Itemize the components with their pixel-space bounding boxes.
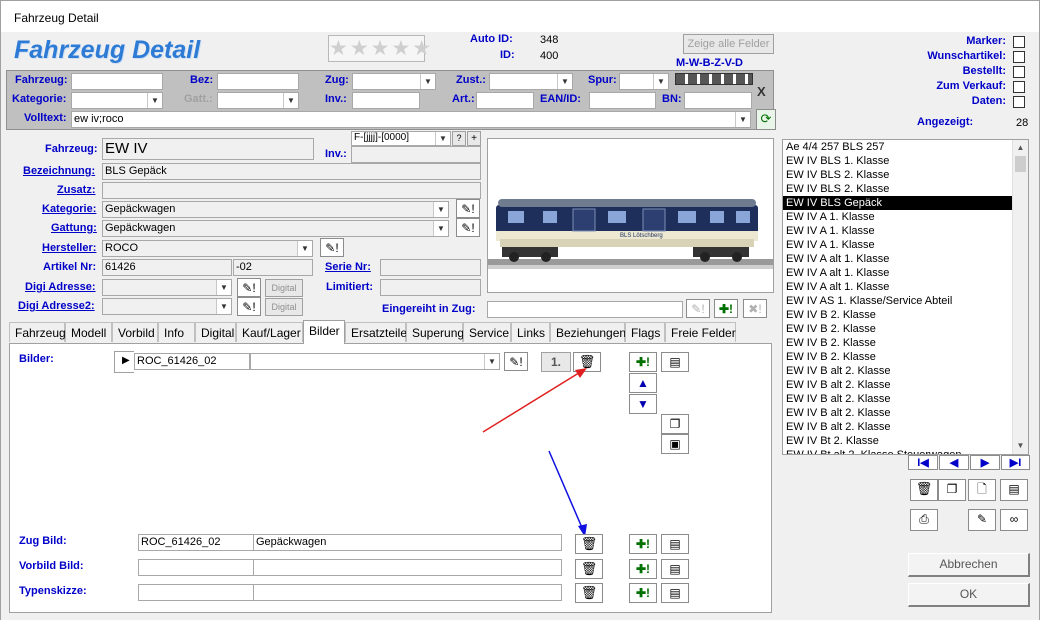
first-record-icon: I◀ — [917, 457, 929, 469]
vorbild-bild-desc-input[interactable] — [253, 559, 562, 576]
list-scrollbar[interactable]: ▲ ▼ — [1012, 140, 1028, 454]
last-record-icon: ▶I — [1009, 457, 1022, 469]
tab-bilder[interactable]: Bilder — [303, 320, 345, 344]
zug-bild-label: Zug Bild: — [19, 535, 67, 547]
vehicle-list[interactable]: Ae 4/4 257 BLS 257 EW IV BLS 1. Klasse EW … — [782, 139, 1029, 455]
new-document-icon: 🗋 — [977, 482, 987, 496]
list-item[interactable]: EW IV B alt 2. Klasse — [783, 392, 1028, 406]
zug-bild-delete-button[interactable]: 🗑 — [575, 534, 603, 554]
list-item[interactable]: EW IV B 2. Klasse — [783, 322, 1028, 336]
list-item[interactable]: EW IV BLS Gepäck — [783, 196, 1028, 210]
import-icon: ▤ — [669, 562, 681, 576]
nav-last-button[interactable]: ▶I — [1001, 455, 1030, 470]
trash-icon: 🗑 — [580, 585, 598, 600]
nav-first-button[interactable]: I◀ — [908, 455, 938, 470]
print-button[interactable]: ⎙ — [910, 509, 938, 531]
list-item[interactable]: EW IV Bt alt 2. Klasse Steuerwagen — [783, 448, 1028, 454]
pencil-icon: ✎ — [976, 512, 988, 526]
typenskizze-input[interactable] — [138, 584, 254, 601]
copy-icon: ❐ — [946, 482, 958, 496]
list-item[interactable]: EW IV B 2. Klasse — [783, 350, 1028, 364]
record-delete-button[interactable]: 🗑 — [910, 479, 938, 501]
nav-next-button[interactable]: ▶ — [970, 455, 1000, 470]
record-import-button[interactable]: ▤ — [1000, 479, 1028, 501]
edit-button[interactable]: ✎ — [968, 509, 996, 531]
zug-bild-input[interactable]: ROC_61426_02 — [138, 534, 254, 551]
typenskizze-delete-button[interactable]: 🗑 — [575, 583, 603, 603]
blue-arrow-icon — [548, 450, 584, 531]
list-item[interactable]: EW IV B alt 2. Klasse — [783, 420, 1028, 434]
record-copy-button[interactable]: ❐ — [938, 479, 966, 501]
list-item[interactable]: EW IV B alt 2. Klasse — [783, 364, 1028, 378]
zug-bild-value: ROC_61426_02 — [141, 536, 221, 548]
trash-icon: 🗑 — [580, 561, 598, 576]
typenskizze-desc-input[interactable] — [253, 584, 562, 601]
list-item[interactable]: EW IV Bt 2. Klasse — [783, 434, 1028, 448]
import-icon: ▤ — [669, 537, 681, 551]
prev-record-icon: ◀ — [949, 457, 959, 469]
scroll-thumb[interactable] — [1015, 156, 1026, 172]
list-item[interactable]: EW IV A alt 1. Klasse — [783, 280, 1028, 294]
cancel-button[interactable]: Abbrechen — [908, 553, 1030, 577]
ok-button[interactable]: OK — [908, 583, 1030, 607]
record-new-button[interactable]: 🗋 — [968, 479, 996, 501]
next-record-icon: ▶ — [980, 457, 990, 469]
add-icon: ✚! — [635, 586, 651, 600]
list-item[interactable]: EW IV A 1. Klasse — [783, 238, 1028, 252]
glasses-icon: ∞ — [1009, 512, 1019, 526]
list-item[interactable]: EW IV A 1. Klasse — [783, 224, 1028, 238]
import-icon: ▤ — [669, 586, 681, 600]
zug-bild-desc: Gepäckwagen — [256, 536, 327, 548]
list-item[interactable]: EW IV A alt 1. Klasse — [783, 252, 1028, 266]
vorbild-bild-add-button[interactable]: ✚! — [629, 559, 657, 579]
zug-bild-desc-input[interactable]: Gepäckwagen — [253, 534, 562, 551]
list-item[interactable]: EW IV B 2. Klasse — [783, 336, 1028, 350]
list-item[interactable]: EW IV B alt 2. Klasse — [783, 406, 1028, 420]
vorbild-bild-import-button[interactable]: ▤ — [661, 559, 689, 579]
list-item[interactable]: EW IV A alt 1. Klasse — [783, 266, 1028, 280]
list-item[interactable]: EW IV A 1. Klasse — [783, 210, 1028, 224]
add-icon: ✚! — [635, 537, 651, 551]
trash-icon: 🗑 — [915, 481, 933, 496]
scroll-up-icon[interactable]: ▲ — [1013, 140, 1028, 156]
list-item[interactable]: EW IV AS 1. Klasse/Service Abteil — [783, 294, 1028, 308]
scroll-down-icon[interactable]: ▼ — [1013, 438, 1028, 454]
list-item[interactable]: EW IV BLS 1. Klasse — [783, 154, 1028, 168]
view-button[interactable]: ∞ — [1000, 509, 1028, 531]
list-item[interactable]: EW IV BLS 2. Klasse — [783, 182, 1028, 196]
vorbild-bild-label: Vorbild Bild: — [19, 560, 84, 572]
trash-icon: 🗑 — [580, 536, 598, 551]
vorbild-bild-input[interactable] — [138, 559, 254, 576]
list-item[interactable]: EW IV BLS 2. Klasse — [783, 168, 1028, 182]
printer-icon: ⎙ — [919, 512, 929, 526]
typenskizze-label: Typenskizze: — [19, 585, 87, 597]
add-icon: ✚! — [635, 562, 651, 576]
red-arrow-icon — [482, 370, 583, 433]
list-item[interactable]: EW IV B alt 2. Klasse — [783, 378, 1028, 392]
import-icon: ▤ — [1008, 482, 1020, 496]
zug-bild-add-button[interactable]: ✚! — [629, 534, 657, 554]
typenskizze-add-button[interactable]: ✚! — [629, 583, 657, 603]
typenskizze-import-button[interactable]: ▤ — [661, 583, 689, 603]
zug-bild-import-button[interactable]: ▤ — [661, 534, 689, 554]
nav-prev-button[interactable]: ◀ — [939, 455, 969, 470]
vehicle-list-items: Ae 4/4 257 BLS 257 EW IV BLS 1. Klasse EW … — [783, 140, 1028, 454]
vorbild-bild-delete-button[interactable]: 🗑 — [575, 559, 603, 579]
list-item[interactable]: Ae 4/4 257 BLS 257 — [783, 140, 1028, 154]
list-item[interactable]: EW IV B 2. Klasse — [783, 308, 1028, 322]
